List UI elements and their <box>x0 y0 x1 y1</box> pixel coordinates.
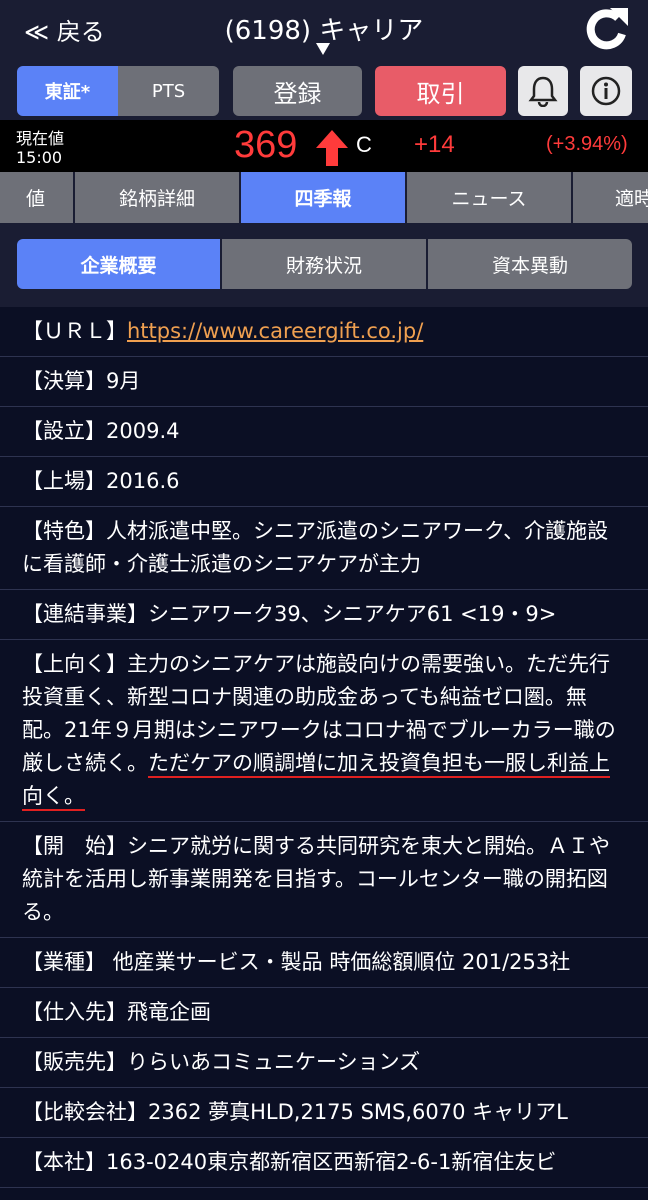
tab-shikiho[interactable]: 四季報 <box>241 172 407 223</box>
profile-listed: 【上場】2016.6 <box>0 457 648 507</box>
profile-url-row: 【ＵＲＬ】https://www.careergift.co.jp/ <box>0 307 648 357</box>
subtab-company-overview[interactable]: 企業概要 <box>17 239 220 289</box>
close-flag: C <box>356 132 372 157</box>
profile-industry: 【業種】 他産業サービス・製品 時価総額順位 201/253社 <box>0 938 648 988</box>
stock-title[interactable]: (6198) キャリア <box>0 10 648 47</box>
subtab-financials[interactable]: 財務状況 <box>220 239 426 289</box>
info-button[interactable] <box>580 66 632 116</box>
info-icon <box>591 76 621 106</box>
profile-customer: 【販売先】りらいあコミュニケーションズ <box>0 1038 648 1088</box>
up-arrow-icon <box>316 130 348 166</box>
profile-feature: 【特色】人材派遣中堅。シニア派遣のシニアワーク、介護施設に看護師・介護士派遣のシ… <box>0 507 648 590</box>
subtab-capital-changes[interactable]: 資本異動 <box>426 239 632 289</box>
tab-price[interactable]: 値 <box>0 172 75 223</box>
market-pts-button[interactable]: PTS <box>118 66 219 116</box>
quote-bar: 現在値 15:00 369 C +14 (+3.94%) <box>0 120 648 172</box>
profile-settlement: 【決算】9月 <box>0 357 648 407</box>
register-button[interactable]: 登録 <box>233 66 362 116</box>
app-header: ≪ 戻る (6198) キャリア <box>0 0 648 62</box>
market-tokyo-button[interactable]: 東証* <box>17 66 118 116</box>
refresh-icon[interactable] <box>578 4 634 54</box>
profile-initiatives: 【開 始】シニア就労に関する共同研究を東大と開始。ＡＩや統計を活用し新事業開発を… <box>0 822 648 938</box>
alert-button[interactable] <box>518 66 568 116</box>
current-price: 369 <box>234 124 298 166</box>
bell-icon <box>528 76 558 107</box>
tab-stock-detail[interactable]: 銘柄詳細 <box>75 172 241 223</box>
main-tabs: 値 銘柄詳細 四季報 ニュース 適時 <box>0 172 648 223</box>
market-selector: 東証* PTS <box>17 66 219 116</box>
profile-headquarters: 【本社】163-0240東京都新宿区西新宿2-6-1新宿住友ビ <box>0 1138 648 1188</box>
trade-button[interactable]: 取引 <box>375 66 506 116</box>
profile-supplier: 【仕入先】飛竜企画 <box>0 988 648 1038</box>
profile-outlook: 【上向く】主力のシニアケアは施設向けの需要強い。ただ先行投資重く、新型コロナ関連… <box>0 640 648 822</box>
subtab-selector: 企業概要 財務状況 資本異動 <box>17 239 632 289</box>
price-change: +14 <box>414 131 455 158</box>
action-bar: 東証* PTS 登録 取引 <box>0 62 648 120</box>
quote-time: 15:00 <box>16 148 63 167</box>
profile-segments: 【連結事業】シニアワーク39、シニアケア61 <19・9> <box>0 590 648 640</box>
subtab-bar: 企業概要 財務状況 資本異動 <box>0 223 648 307</box>
price-change-percent: (+3.94%) <box>546 133 628 155</box>
url-label: 【ＵＲＬ】 <box>22 319 127 343</box>
profile-founded: 【設立】2009.4 <box>0 407 648 457</box>
title-dropdown-caret-icon[interactable] <box>316 43 330 55</box>
tab-disclosure[interactable]: 適時 <box>573 172 648 223</box>
company-profile: 【ＵＲＬ】https://www.careergift.co.jp/ 【決算】9… <box>0 307 648 1188</box>
profile-peers: 【比較会社】2362 夢真HLD,2175 SMS,6070 キャリアL <box>0 1088 648 1138</box>
company-url-link[interactable]: https://www.careergift.co.jp/ <box>127 319 423 343</box>
tab-news[interactable]: ニュース <box>407 172 573 223</box>
current-price-label: 現在値 <box>16 129 65 148</box>
